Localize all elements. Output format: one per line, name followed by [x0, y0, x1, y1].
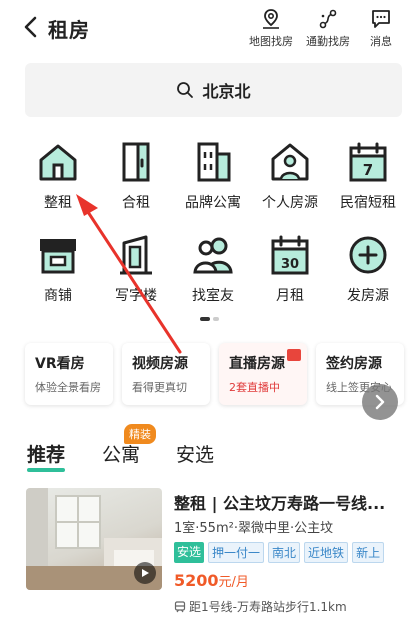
- category-brand-apartment[interactable]: 品牌公寓: [175, 140, 251, 212]
- message-icon: [372, 10, 390, 28]
- price-value: 5200: [174, 571, 219, 590]
- listing-tags: 安选 押一付一 南北 近地铁 新上: [174, 542, 385, 563]
- page-title: 租房: [48, 18, 90, 42]
- feature-title: VR看房: [35, 356, 85, 372]
- plus-circle-icon: [349, 236, 387, 274]
- page-dot-active: [200, 317, 210, 321]
- person-home-icon: [271, 143, 309, 181]
- feature-subtitle: 2套直播中: [229, 381, 280, 394]
- listing-meta: 1室·55m²·翠微中里·公主坟: [174, 521, 334, 536]
- commute-search-button[interactable]: 通勤找房: [306, 8, 350, 49]
- live-icon: [287, 349, 301, 361]
- category-label: 整租: [44, 195, 72, 211]
- category-homestay[interactable]: 7 民宿短租: [330, 140, 406, 212]
- search-text: 北京北: [202, 82, 251, 101]
- listing-tag: 安选: [174, 542, 205, 563]
- category-label: 找室友: [192, 288, 234, 304]
- price-unit: 元/月: [218, 575, 249, 590]
- category-zhengzu[interactable]: 整租: [20, 140, 96, 212]
- calendar-7-icon: 7: [349, 142, 387, 182]
- svg-text:30: 30: [281, 257, 299, 272]
- route-icon: [319, 9, 337, 29]
- listing-metro: 距1号线-万寿路站步行1.1km: [174, 598, 347, 615]
- carousel-next-button[interactable]: [362, 384, 398, 420]
- listing-tag: 押一付一: [208, 542, 265, 563]
- feature-subtitle: 看得更真切: [132, 381, 187, 394]
- map-search-label: 地图找房: [249, 35, 293, 48]
- house-icon: [39, 144, 77, 181]
- chevron-right-icon: [375, 394, 385, 410]
- messages-label: 消息: [370, 35, 392, 48]
- category-post-listing[interactable]: 发房源: [330, 233, 406, 305]
- header: 租房 地图找房 通勤找房 消息: [0, 0, 416, 56]
- category-label: 品牌公寓: [185, 195, 241, 211]
- tab-recommended[interactable]: 推荐: [27, 440, 65, 467]
- category-office[interactable]: 写字楼: [98, 233, 174, 305]
- commute-search-label: 通勤找房: [306, 35, 350, 48]
- category-roommate[interactable]: 找室友: [175, 233, 251, 305]
- office-tower-icon: [120, 235, 152, 275]
- calendar-30-icon: 30: [271, 235, 309, 275]
- search-bar[interactable]: 北京北: [25, 63, 402, 117]
- metro-icon: [174, 600, 186, 612]
- tab-anxuan[interactable]: 安选: [176, 440, 214, 467]
- search-icon: [177, 82, 194, 98]
- category-label: 发房源: [347, 288, 389, 304]
- page-dot: [213, 317, 219, 321]
- category-label: 商铺: [44, 288, 72, 304]
- chevron-left-icon: [24, 16, 37, 38]
- messages-button[interactable]: 消息: [370, 8, 392, 49]
- play-icon[interactable]: [134, 562, 156, 584]
- tab-underline: [27, 468, 65, 472]
- feature-subtitle: 体验全景看房: [35, 381, 101, 394]
- listing-tag: 近地铁: [304, 542, 349, 563]
- roommates-icon: [193, 237, 233, 274]
- metro-text: 距1号线-万寿路站步行1.1km: [189, 600, 347, 614]
- svg-text:7: 7: [363, 161, 373, 179]
- map-pin-icon: [263, 9, 279, 29]
- listing-tag: 新上: [352, 542, 385, 563]
- tab-badge: 精装: [124, 424, 156, 444]
- listing-thumbnail[interactable]: [26, 488, 162, 590]
- building-icon: [197, 142, 231, 182]
- category-label: 个人房源: [262, 195, 318, 211]
- page-indicator: [200, 317, 219, 321]
- feature-card-vr[interactable]: VR看房 体验全景看房: [25, 343, 113, 405]
- category-label: 月租: [276, 288, 304, 304]
- listing-price: 5200元/月: [174, 571, 249, 590]
- category-personal-listing[interactable]: 个人房源: [252, 140, 328, 212]
- tab-apartment[interactable]: 公寓: [102, 440, 140, 467]
- map-search-button[interactable]: 地图找房: [249, 8, 293, 49]
- listing-title[interactable]: 整租 | 公主坟万寿路一号线...: [174, 490, 406, 514]
- feature-card-video[interactable]: 视频房源 看得更真切: [122, 343, 210, 405]
- feature-title: 视频房源: [132, 356, 188, 372]
- category-monthly[interactable]: 30 月租: [252, 233, 328, 305]
- category-label: 写字楼: [115, 288, 157, 304]
- shop-icon: [40, 239, 76, 274]
- category-label: 合租: [122, 195, 150, 211]
- category-hezu[interactable]: 合租: [98, 140, 174, 212]
- category-label: 民宿短租: [340, 195, 396, 211]
- feature-card-live[interactable]: 直播房源 2套直播中: [219, 343, 307, 405]
- back-button[interactable]: [20, 14, 42, 40]
- listing-tag: 南北: [268, 542, 301, 563]
- category-shop[interactable]: 商铺: [20, 233, 96, 305]
- feature-title: 签约房源: [326, 356, 382, 372]
- door-icon: [122, 142, 150, 182]
